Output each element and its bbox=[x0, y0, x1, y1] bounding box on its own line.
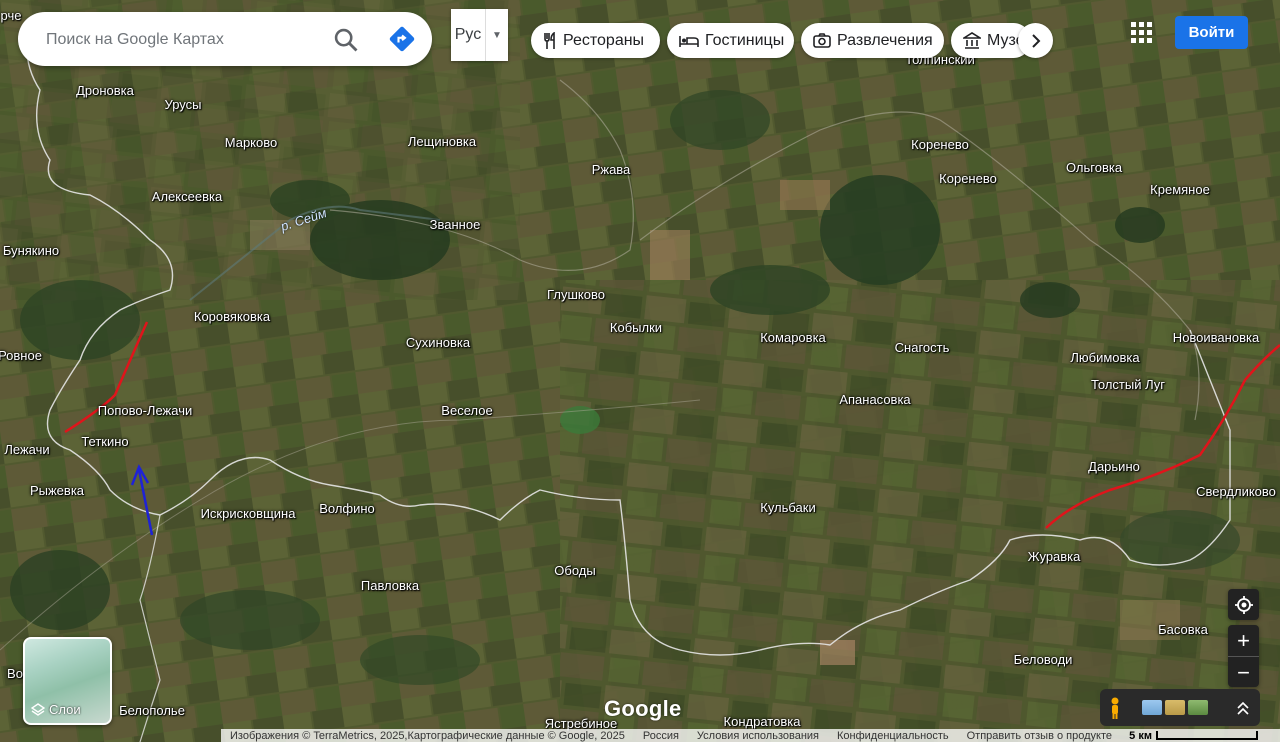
place-label[interactable]: Волфино bbox=[319, 501, 375, 516]
feedback-link[interactable]: Отправить отзыв о продукте bbox=[958, 730, 1121, 742]
zoom-out-button[interactable]: − bbox=[1228, 656, 1259, 688]
chip-label: Гостиницы bbox=[705, 31, 785, 49]
chip-label: Рестораны bbox=[563, 31, 645, 49]
place-label[interactable]: Толстый Луг bbox=[1091, 377, 1165, 392]
place-label[interactable]: Басовка bbox=[1158, 622, 1208, 637]
chips-scroll-right-button[interactable] bbox=[1018, 23, 1053, 58]
hotel-icon bbox=[679, 35, 699, 47]
scale-line bbox=[1156, 731, 1258, 740]
place-label[interactable]: Веселое bbox=[441, 403, 492, 418]
place-label[interactable]: Алексеевка bbox=[152, 189, 222, 204]
place-label[interactable]: Беловоди bbox=[1014, 652, 1073, 667]
scale-label: 5 км bbox=[1129, 729, 1152, 742]
login-button[interactable]: Войти bbox=[1175, 16, 1248, 49]
privacy-link[interactable]: Конфиденциальность bbox=[828, 730, 958, 742]
place-label[interactable]: Урусы bbox=[165, 97, 202, 112]
place-label[interactable]: Дроновка bbox=[76, 83, 134, 98]
imagery-bar bbox=[1100, 689, 1260, 726]
imagery-thumbnail-field[interactable] bbox=[1165, 700, 1185, 715]
search-input[interactable] bbox=[44, 26, 328, 54]
place-label[interactable]: Дарьино bbox=[1088, 459, 1140, 474]
zoom-control: + − bbox=[1228, 625, 1259, 687]
terms-link[interactable]: Условия использования bbox=[688, 730, 828, 742]
place-label[interactable]: Коренево bbox=[939, 171, 997, 186]
search-icon[interactable] bbox=[332, 26, 360, 54]
camera-icon bbox=[813, 33, 831, 48]
place-label[interactable]: Кондратовка bbox=[724, 714, 801, 729]
place-label[interactable]: Свердликово bbox=[1196, 484, 1276, 499]
place-label[interactable]: Во bbox=[7, 666, 23, 681]
place-label[interactable]: Снагость bbox=[895, 340, 950, 355]
place-label[interactable]: Любимовка bbox=[1070, 350, 1139, 365]
place-label[interactable]: Апанасовка bbox=[839, 392, 910, 407]
place-label[interactable]: Бунякино bbox=[3, 243, 59, 258]
place-label[interactable]: Кремяное bbox=[1150, 182, 1210, 197]
place-label[interactable]: Кульбаки bbox=[760, 500, 815, 515]
place-label[interactable]: Ровное bbox=[0, 348, 42, 363]
place-label[interactable]: Журавка bbox=[1028, 549, 1081, 564]
place-label[interactable]: Комаровка bbox=[760, 330, 826, 345]
my-location-button[interactable] bbox=[1228, 589, 1259, 620]
imagery-thumbnail-sky[interactable] bbox=[1142, 700, 1162, 715]
place-label[interactable]: Рыжевка bbox=[30, 483, 84, 498]
country-link[interactable]: Россия bbox=[634, 730, 688, 742]
place-label[interactable]: Ободы bbox=[554, 563, 595, 578]
chevron-up-icon[interactable] bbox=[1236, 700, 1250, 716]
chip-entertainment[interactable]: Развлечения bbox=[801, 23, 944, 58]
museum-icon bbox=[963, 32, 981, 49]
place-label[interactable]: Попово-Лежачи bbox=[98, 403, 192, 418]
layers-label: Слои bbox=[49, 702, 81, 717]
directions-icon[interactable] bbox=[388, 25, 416, 53]
place-label[interactable]: Марково bbox=[225, 135, 278, 150]
place-label[interactable]: Новоивановка bbox=[1173, 330, 1259, 345]
place-label[interactable]: Павловка bbox=[361, 578, 419, 593]
layers-button[interactable]: Слои bbox=[23, 637, 112, 725]
zoom-in-button[interactable]: + bbox=[1228, 625, 1259, 656]
place-label[interactable]: Белополье bbox=[119, 703, 185, 718]
place-label[interactable]: Искрисковщина bbox=[201, 506, 296, 521]
layers-icon bbox=[31, 702, 45, 716]
chip-label: Развлечения bbox=[837, 31, 933, 49]
place-label[interactable]: Кобылки bbox=[610, 320, 662, 335]
map-footer: Изображения © TerraMetrics, 2025,Картогр… bbox=[221, 729, 1280, 742]
place-label[interactable]: Лещиновка bbox=[408, 134, 476, 149]
place-label[interactable]: Ржава bbox=[592, 162, 631, 177]
language-value: Рус bbox=[451, 9, 486, 61]
place-label[interactable]: Коренево bbox=[911, 137, 969, 152]
place-label[interactable]: Коровяковка bbox=[194, 309, 270, 324]
language-selector[interactable]: Рус ▼ bbox=[451, 9, 508, 61]
place-label[interactable]: Лежачи bbox=[4, 442, 49, 457]
google-logo: Google bbox=[604, 696, 682, 721]
place-label[interactable]: рче bbox=[1, 8, 22, 23]
chip-restaurants[interactable]: Рестораны bbox=[531, 23, 660, 58]
search-box bbox=[18, 12, 432, 66]
apps-grid-icon[interactable] bbox=[1131, 22, 1153, 44]
chip-hotels[interactable]: Гостиницы bbox=[667, 23, 794, 58]
place-label[interactable]: Сухиновка bbox=[406, 335, 470, 350]
pegman-icon[interactable] bbox=[1100, 696, 1130, 720]
imagery-thumbnail-terrain[interactable] bbox=[1188, 700, 1208, 715]
place-label[interactable]: Званное bbox=[430, 217, 481, 232]
chevron-right-icon bbox=[1031, 33, 1040, 48]
place-label[interactable]: Ольговка bbox=[1066, 160, 1122, 175]
scale-bar[interactable]: 5 км bbox=[1129, 730, 1280, 742]
crosshair-icon bbox=[1234, 595, 1253, 614]
attribution-text: Изображения © TerraMetrics, 2025,Картогр… bbox=[230, 729, 625, 742]
place-label[interactable]: Теткино bbox=[81, 434, 128, 449]
chevron-down-icon: ▼ bbox=[492, 29, 502, 41]
place-label[interactable]: Глушково bbox=[547, 287, 605, 302]
restaurant-icon bbox=[544, 31, 555, 49]
